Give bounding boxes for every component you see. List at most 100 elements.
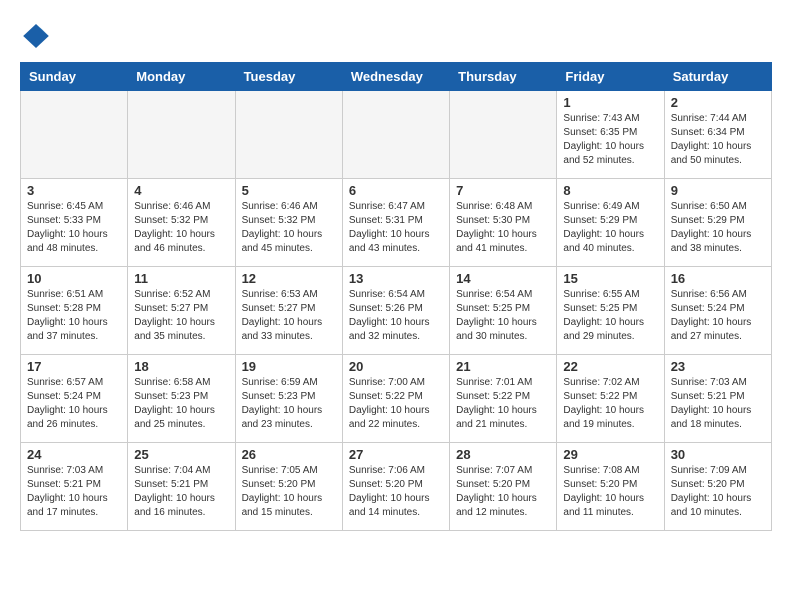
- week-row-3: 10 Sunrise: 6:51 AM Sunset: 5:28 PM Dayli…: [21, 267, 772, 355]
- calendar-cell: 21 Sunrise: 7:01 AM Sunset: 5:22 PM Dayli…: [450, 355, 557, 443]
- day-number: 9: [671, 183, 765, 198]
- cell-info: Sunrise: 7:08 AM Sunset: 5:20 PM Dayligh…: [563, 464, 657, 520]
- calendar-cell: 13 Sunrise: 6:54 AM Sunset: 5:26 PM Dayli…: [342, 267, 449, 355]
- cell-info: Sunrise: 6:51 AM Sunset: 5:28 PM Dayligh…: [27, 288, 121, 344]
- cell-info: Sunrise: 6:47 AM Sunset: 5:31 PM Dayligh…: [349, 200, 443, 256]
- calendar-cell: 23 Sunrise: 7:03 AM Sunset: 5:21 PM Dayli…: [664, 355, 771, 443]
- day-number: 3: [27, 183, 121, 198]
- day-header-saturday: Saturday: [664, 63, 771, 91]
- cell-info: Sunrise: 7:06 AM Sunset: 5:20 PM Dayligh…: [349, 464, 443, 520]
- week-row-5: 24Sunrise: 7:03 AM Sunset: 5:21 PM Dayli…: [21, 443, 772, 531]
- day-number: 14: [456, 271, 550, 286]
- calendar-cell: [128, 91, 235, 179]
- calendar-cell: 9 Sunrise: 6:50 AM Sunset: 5:29 PM Daylig…: [664, 179, 771, 267]
- day-number: 20: [349, 359, 443, 374]
- logo: [20, 20, 56, 52]
- cell-info: Sunrise: 7:00 AM Sunset: 5:22 PM Dayligh…: [349, 376, 443, 432]
- calendar-cell: 15Sunrise: 6:55 AM Sunset: 5:25 PM Dayli…: [557, 267, 664, 355]
- calendar-table: SundayMondayTuesdayWednesdayThursdayFrid…: [20, 62, 772, 531]
- cell-info: Sunrise: 6:48 AM Sunset: 5:30 PM Dayligh…: [456, 200, 550, 256]
- cell-info: Sunrise: 7:43 AM Sunset: 6:35 PM Dayligh…: [563, 112, 657, 168]
- calendar-cell: 14 Sunrise: 6:54 AM Sunset: 5:25 PM Dayli…: [450, 267, 557, 355]
- day-number: 10: [27, 271, 121, 286]
- calendar-cell: 16 Sunrise: 6:56 AM Sunset: 5:24 PM Dayli…: [664, 267, 771, 355]
- day-number: 27: [349, 447, 443, 462]
- cell-info: Sunrise: 7:44 AM Sunset: 6:34 PM Dayligh…: [671, 112, 765, 168]
- calendar-cell: 7 Sunrise: 6:48 AM Sunset: 5:30 PM Daylig…: [450, 179, 557, 267]
- calendar-cell: 4 Sunrise: 6:46 AM Sunset: 5:32 PM Daylig…: [128, 179, 235, 267]
- calendar-cell: 5Sunrise: 6:46 AM Sunset: 5:32 PM Daylig…: [235, 179, 342, 267]
- day-number: 5: [242, 183, 336, 198]
- cell-info: Sunrise: 6:53 AM Sunset: 5:27 PM Dayligh…: [242, 288, 336, 344]
- cell-info: Sunrise: 6:54 AM Sunset: 5:25 PM Dayligh…: [456, 288, 550, 344]
- calendar-cell: [21, 91, 128, 179]
- day-number: 4: [134, 183, 228, 198]
- day-number: 8: [563, 183, 657, 198]
- calendar-cell: 1 Sunrise: 7:43 AM Sunset: 6:35 PM Daylig…: [557, 91, 664, 179]
- day-number: 23: [671, 359, 765, 374]
- cell-info: Sunrise: 7:09 AM Sunset: 5:20 PM Dayligh…: [671, 464, 765, 520]
- calendar-cell: 20 Sunrise: 7:00 AM Sunset: 5:22 PM Dayli…: [342, 355, 449, 443]
- cell-info: Sunrise: 6:49 AM Sunset: 5:29 PM Dayligh…: [563, 200, 657, 256]
- day-number: 25: [134, 447, 228, 462]
- day-header-wednesday: Wednesday: [342, 63, 449, 91]
- calendar-cell: 2Sunrise: 7:44 AM Sunset: 6:34 PM Daylig…: [664, 91, 771, 179]
- cell-info: Sunrise: 6:45 AM Sunset: 5:33 PM Dayligh…: [27, 200, 121, 256]
- cell-info: Sunrise: 6:58 AM Sunset: 5:23 PM Dayligh…: [134, 376, 228, 432]
- cell-info: Sunrise: 6:54 AM Sunset: 5:26 PM Dayligh…: [349, 288, 443, 344]
- day-number: 7: [456, 183, 550, 198]
- calendar-cell: [342, 91, 449, 179]
- calendar-cell: 29 Sunrise: 7:08 AM Sunset: 5:20 PM Dayli…: [557, 443, 664, 531]
- calendar-cell: [235, 91, 342, 179]
- cell-info: Sunrise: 7:03 AM Sunset: 5:21 PM Dayligh…: [671, 376, 765, 432]
- day-number: 17: [27, 359, 121, 374]
- day-number: 29: [563, 447, 657, 462]
- week-row-1: 1 Sunrise: 7:43 AM Sunset: 6:35 PM Daylig…: [21, 91, 772, 179]
- cell-info: Sunrise: 6:52 AM Sunset: 5:27 PM Dayligh…: [134, 288, 228, 344]
- calendar-cell: 27 Sunrise: 7:06 AM Sunset: 5:20 PM Dayli…: [342, 443, 449, 531]
- cell-info: Sunrise: 7:02 AM Sunset: 5:22 PM Dayligh…: [563, 376, 657, 432]
- cell-info: Sunrise: 6:56 AM Sunset: 5:24 PM Dayligh…: [671, 288, 765, 344]
- cell-info: Sunrise: 7:05 AM Sunset: 5:20 PM Dayligh…: [242, 464, 336, 520]
- calendar-cell: 3 Sunrise: 6:45 AM Sunset: 5:33 PM Daylig…: [21, 179, 128, 267]
- calendar-cell: 25Sunrise: 7:04 AM Sunset: 5:21 PM Dayli…: [128, 443, 235, 531]
- day-number: 16: [671, 271, 765, 286]
- calendar-cell: 24Sunrise: 7:03 AM Sunset: 5:21 PM Dayli…: [21, 443, 128, 531]
- calendar-cell: 6 Sunrise: 6:47 AM Sunset: 5:31 PM Daylig…: [342, 179, 449, 267]
- cell-info: Sunrise: 7:01 AM Sunset: 5:22 PM Dayligh…: [456, 376, 550, 432]
- day-header-monday: Monday: [128, 63, 235, 91]
- day-number: 21: [456, 359, 550, 374]
- calendar-cell: 10 Sunrise: 6:51 AM Sunset: 5:28 PM Dayli…: [21, 267, 128, 355]
- calendar-cell: 8 Sunrise: 6:49 AM Sunset: 5:29 PM Daylig…: [557, 179, 664, 267]
- day-header-thursday: Thursday: [450, 63, 557, 91]
- header-row: SundayMondayTuesdayWednesdayThursdayFrid…: [21, 63, 772, 91]
- day-number: 12: [242, 271, 336, 286]
- cell-info: Sunrise: 6:46 AM Sunset: 5:32 PM Dayligh…: [134, 200, 228, 256]
- week-row-4: 17 Sunrise: 6:57 AM Sunset: 5:24 PM Dayli…: [21, 355, 772, 443]
- calendar-cell: 11 Sunrise: 6:52 AM Sunset: 5:27 PM Dayli…: [128, 267, 235, 355]
- cell-info: Sunrise: 6:57 AM Sunset: 5:24 PM Dayligh…: [27, 376, 121, 432]
- cell-info: Sunrise: 7:07 AM Sunset: 5:20 PM Dayligh…: [456, 464, 550, 520]
- day-header-friday: Friday: [557, 63, 664, 91]
- logo-icon: [20, 20, 52, 52]
- day-number: 19: [242, 359, 336, 374]
- day-number: 24: [27, 447, 121, 462]
- calendar-cell: 17 Sunrise: 6:57 AM Sunset: 5:24 PM Dayli…: [21, 355, 128, 443]
- day-number: 15: [563, 271, 657, 286]
- day-number: 11: [134, 271, 228, 286]
- day-number: 26: [242, 447, 336, 462]
- day-number: 30: [671, 447, 765, 462]
- page-header: [20, 20, 772, 52]
- day-header-tuesday: Tuesday: [235, 63, 342, 91]
- day-number: 22: [563, 359, 657, 374]
- day-number: 13: [349, 271, 443, 286]
- cell-info: Sunrise: 6:50 AM Sunset: 5:29 PM Dayligh…: [671, 200, 765, 256]
- day-number: 28: [456, 447, 550, 462]
- calendar-cell: 12 Sunrise: 6:53 AM Sunset: 5:27 PM Dayli…: [235, 267, 342, 355]
- calendar-cell: 26 Sunrise: 7:05 AM Sunset: 5:20 PM Dayli…: [235, 443, 342, 531]
- calendar-cell: 28 Sunrise: 7:07 AM Sunset: 5:20 PM Dayli…: [450, 443, 557, 531]
- day-number: 6: [349, 183, 443, 198]
- calendar-cell: 22 Sunrise: 7:02 AM Sunset: 5:22 PM Dayli…: [557, 355, 664, 443]
- day-number: 1: [563, 95, 657, 110]
- day-header-sunday: Sunday: [21, 63, 128, 91]
